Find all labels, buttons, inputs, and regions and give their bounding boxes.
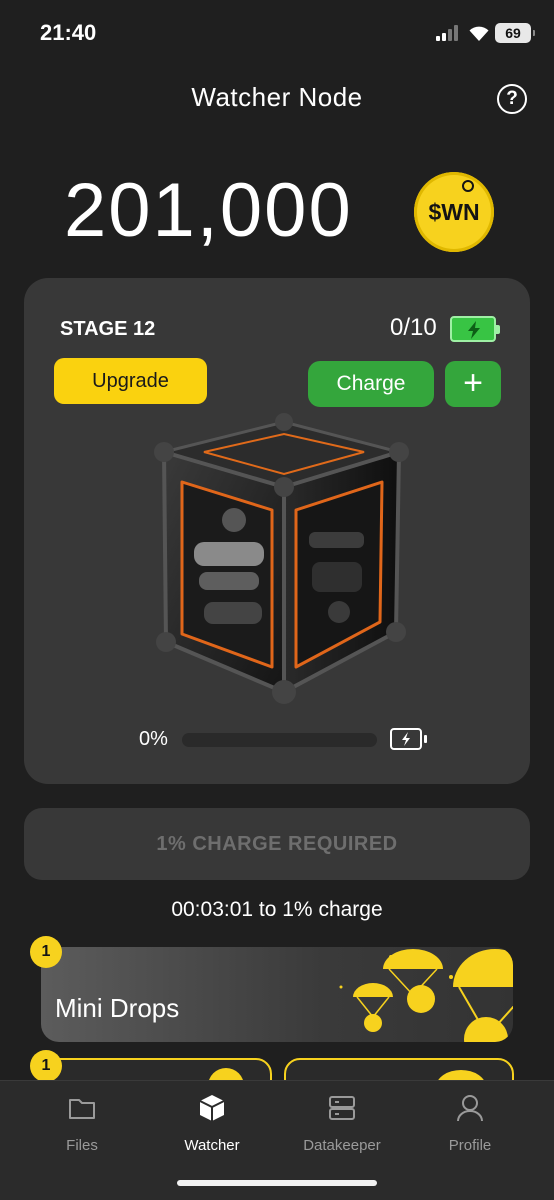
cube-icon <box>199 1095 225 1121</box>
folder-icon <box>69 1099 95 1119</box>
cellular-signal-icon <box>436 25 462 41</box>
question-circle-icon[interactable]: ? <box>497 84 527 114</box>
balance-value: 201,000 <box>64 168 353 253</box>
wifi-icon <box>468 24 490 42</box>
mini-drops-title: Mini Drops <box>55 993 180 1023</box>
charge-progress-bar <box>182 733 377 747</box>
nav-label-files: Files <box>66 1137 98 1154</box>
status-time: 21:40 <box>40 20 97 45</box>
nav-label-watcher: Watcher <box>184 1137 240 1154</box>
upgrade-button[interactable]: Upgrade <box>54 358 207 404</box>
stage-label: STAGE 12 <box>60 318 156 340</box>
node-card: STAGE 12 0/10 Upgrade Charge + 0% <box>24 278 530 784</box>
parachute-coins-icon <box>339 949 513 1042</box>
nav-item-profile[interactable]: Profile <box>401 1081 539 1171</box>
nav-item-datakeeper[interactable]: Datakeeper <box>273 1081 411 1171</box>
charge-button[interactable]: Charge <box>308 361 434 407</box>
next-card-badge: 1 <box>30 1050 62 1082</box>
add-charge-button[interactable]: + <box>445 361 501 407</box>
progress-percent: 0% <box>139 728 168 750</box>
watcher-node-cube-image <box>154 413 409 704</box>
mini-drops-badge: 1 <box>30 936 62 968</box>
server-icon <box>329 1096 355 1120</box>
battery-charging-icon <box>450 316 500 342</box>
balance: 201,000 $WN <box>0 168 554 258</box>
charge-count: 0/10 <box>390 314 437 341</box>
charge-timer: 00:03:01 to 1% charge <box>171 898 383 921</box>
page-title: Watcher Node <box>191 82 363 112</box>
nav-item-watcher[interactable]: Watcher <box>143 1081 281 1171</box>
status-bar: 21:40 69 <box>0 0 554 62</box>
mini-drops-card[interactable]: Mini Drops <box>41 947 513 1042</box>
nav-label-profile: Profile <box>448 1137 492 1154</box>
battery-bolt-icon <box>390 728 427 750</box>
user-icon <box>457 1095 483 1122</box>
home-indicator <box>177 1180 377 1186</box>
nav-label-datakeeper: Datakeeper <box>303 1137 381 1154</box>
charge-required-button[interactable]: 1% CHARGE REQUIRED <box>24 808 530 880</box>
nav-item-files[interactable]: Files <box>13 1081 151 1171</box>
battery-level-icon: 69 <box>495 23 535 43</box>
wn-coin-icon: $WN <box>414 172 494 252</box>
